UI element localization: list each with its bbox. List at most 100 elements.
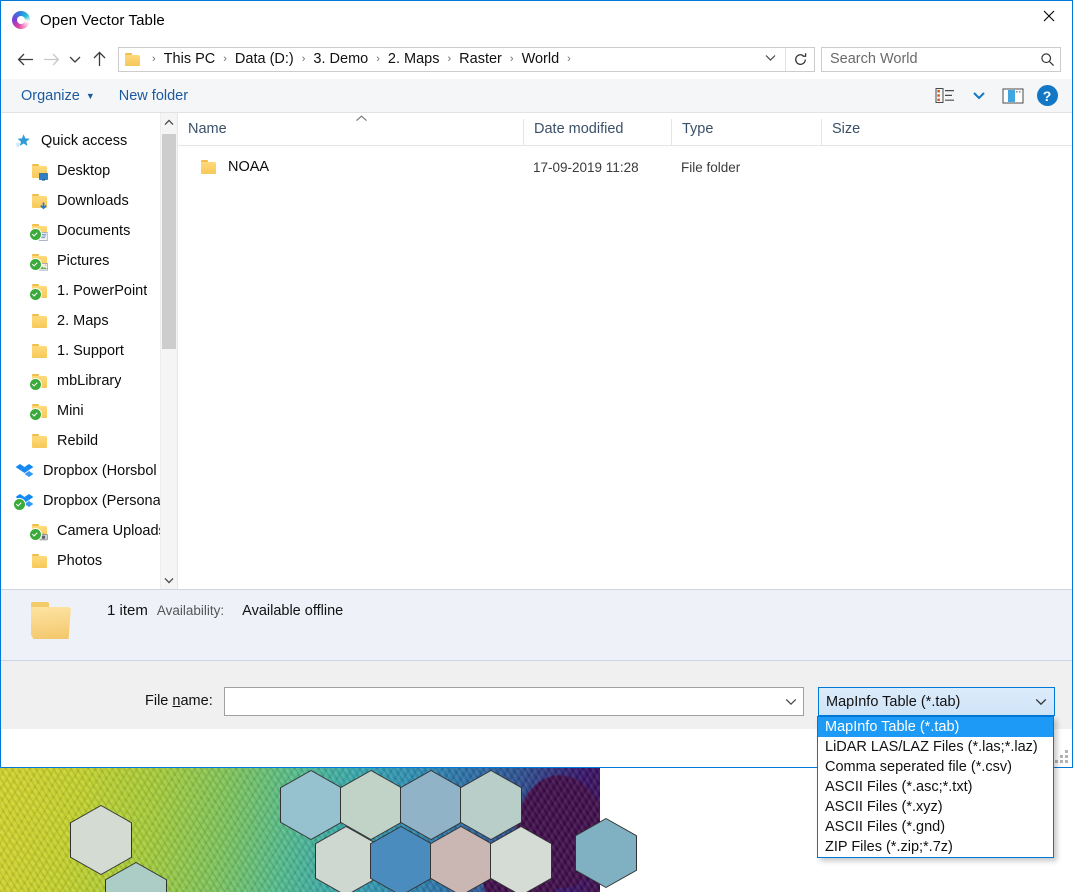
sidebar-item-camera-uploads[interactable]: Camera Uploads [1,516,177,546]
file-row-name-cell[interactable]: NOAA [178,159,523,175]
file-type-selected-value: MapInfo Table (*.tab) [826,693,961,710]
sidebar-item-label: Dropbox (Persona [43,493,161,509]
close-button[interactable] [1026,1,1072,31]
view-dropdown-button[interactable] [962,82,996,110]
map-hexagon-cell [105,862,167,892]
resize-gripper-icon[interactable] [1054,749,1068,763]
sidebar-item-dropbox-persona[interactable]: Dropbox (Persona [1,486,177,516]
sidebar-item-2-maps[interactable]: 2. Maps [1,306,177,336]
sidebar-item-label: Pictures [57,253,110,269]
folder-icon [31,433,49,449]
file-type-option-3[interactable]: ASCII Files (*.asc;*.txt) [818,777,1053,797]
chevron-up-icon [164,118,174,125]
sync-badge-icon [29,408,42,421]
breadcrumb-item-2[interactable]: 3. Demo [310,51,371,67]
file-list-pane: Name Date modified Type Size NOAA 17-09-2… [178,113,1072,589]
breadcrumb-dropdown-button[interactable] [759,53,785,65]
scroll-down-button[interactable] [161,571,177,589]
file-name-label: File name: [145,693,213,709]
title-bar: Open Vector Table [1,1,1072,39]
file-type-option-4[interactable]: ASCII Files (*.xyz) [818,797,1053,817]
dropbox-icon [13,493,35,511]
file-type-dropdown-list[interactable]: MapInfo Table (*.tab) LiDAR LAS/LAZ Files… [817,716,1054,858]
caret-up-icon [356,115,367,122]
breadcrumb-separator: › [509,53,514,65]
back-button[interactable] [12,46,38,72]
forward-button[interactable] [38,46,64,72]
file-rows: NOAA 17-09-2019 11:28 File folder [178,146,1072,589]
sidebar-item-label: 1. Support [57,343,124,359]
column-header-type[interactable]: Type [671,119,821,145]
navigation-bar: › This PC › Data (D:) › 3. Demo › 2. Map… [1,39,1072,79]
table-row[interactable]: NOAA 17-09-2019 11:28 File folder [178,152,1072,182]
up-button[interactable] [86,46,112,72]
file-type-option-6[interactable]: ZIP Files (*.zip;*.7z) [818,837,1053,857]
chevron-down-icon: ▼ [85,90,95,101]
chevron-down-icon [69,56,81,63]
sidebar-item-label: Downloads [57,193,129,209]
breadcrumb[interactable]: › This PC › Data (D:) › 3. Demo › 2. Map… [118,46,815,72]
organize-button[interactable]: Organize ▼ [9,83,107,109]
file-type-combobox[interactable]: MapInfo Table (*.tab) [818,687,1055,716]
file-type-option-0[interactable]: MapInfo Table (*.tab) [818,717,1053,737]
sidebar-item-downloads[interactable]: Downloads [1,186,177,216]
sidebar-item-documents[interactable]: Documents [1,216,177,246]
sidebar-item-pictures[interactable]: Pictures [1,246,177,276]
sidebar-item-mini[interactable]: Mini [1,396,177,426]
column-header-date-modified[interactable]: Date modified [523,119,671,145]
sidebar-item-rebild[interactable]: Rebild [1,426,177,456]
chevron-down-icon [973,92,985,100]
details-text: 1 item Availability: Available offline [107,602,343,619]
breadcrumb-folder-icon [125,52,141,66]
new-folder-button[interactable]: New folder [107,83,200,109]
folder-icon [31,313,49,329]
sidebar-item-1-support[interactable]: 1. Support [1,336,177,366]
file-type-option-2[interactable]: Comma seperated file (*.csv) [818,757,1053,777]
sidebar-item-photos[interactable]: Photos [1,546,177,576]
file-type-option-1[interactable]: LiDAR LAS/LAZ Files (*.las;*.laz) [818,737,1053,757]
search-icon[interactable] [1034,52,1060,67]
sidebar-item-mblibrary[interactable]: mbLibrary [1,366,177,396]
view-options-button[interactable] [928,82,962,110]
recent-locations-button[interactable] [64,46,86,72]
search-box[interactable] [821,46,1061,72]
sort-indicator-icon [355,114,368,125]
breadcrumb-item-3[interactable]: 2. Maps [385,51,443,67]
sidebar-item-desktop[interactable]: Desktop [1,156,177,186]
file-type-dropdown-button[interactable] [1028,695,1054,709]
file-name-input[interactable] [225,692,779,711]
navigation-scrollbar[interactable] [160,113,177,589]
arrow-left-icon [17,53,33,65]
breadcrumb-item-5[interactable]: World [519,51,563,67]
availability-label: Availability: [156,603,225,618]
map-hexagon-cell [575,818,637,888]
scroll-up-button[interactable] [161,113,177,131]
file-name-dropdown-button[interactable] [779,695,803,709]
command-bar: Organize ▼ New folder ? [1,79,1072,113]
sidebar-item-dropbox-horsbol[interactable]: Dropbox (Horsbol [1,456,177,486]
file-type-option-5[interactable]: ASCII Files (*.gnd) [818,817,1053,837]
column-header-size[interactable]: Size [821,119,919,145]
file-name-combobox[interactable] [224,687,804,716]
sidebar-item-1-powerpoint[interactable]: 1. PowerPoint [1,276,177,306]
scrollbar-thumb[interactable] [162,134,176,349]
search-input[interactable] [822,50,1034,68]
refresh-button[interactable] [785,47,814,71]
preview-pane-button[interactable] [996,82,1030,110]
globe-swirl-icon [12,11,30,29]
breadcrumb-item-4[interactable]: Raster [456,51,505,67]
help-button[interactable]: ? [1030,82,1064,110]
folder-icon [29,283,49,301]
sidebar-item-label: Dropbox (Horsbol [43,463,157,479]
column-header-name[interactable]: Name [178,119,523,145]
chevron-down-icon [164,577,174,584]
column-headers: Name Date modified Type Size [178,113,1072,146]
details-pane: 1 item Availability: Available offline [1,589,1072,661]
breadcrumb-item-0[interactable]: This PC [161,51,219,67]
refresh-icon [794,52,806,65]
sidebar-item-quick-access[interactable]: Quick access [1,126,177,156]
sync-badge-icon [29,228,42,241]
breadcrumb-separator: › [376,53,380,65]
open-vector-table-dialog: Open Vector Table › This PC › Data (D:) … [0,0,1073,768]
breadcrumb-item-1[interactable]: Data (D:) [232,51,297,67]
